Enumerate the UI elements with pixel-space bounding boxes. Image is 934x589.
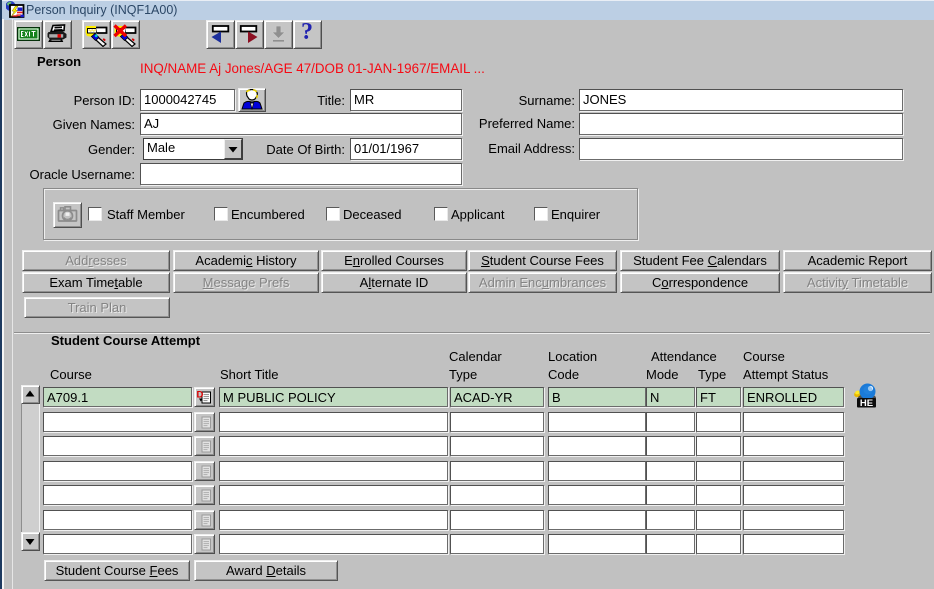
svg-text:HE: HE (860, 398, 873, 409)
